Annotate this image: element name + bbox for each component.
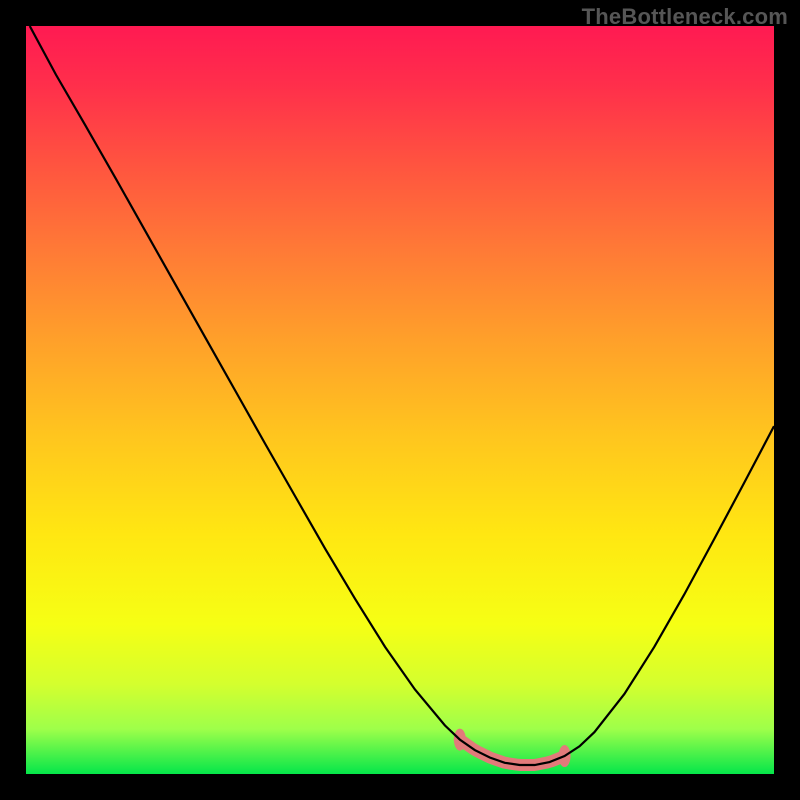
gradient-background — [26, 26, 774, 774]
attribution-label: TheBottleneck.com — [582, 4, 788, 30]
bottleneck-chart — [26, 26, 774, 774]
chart-frame — [26, 26, 774, 774]
